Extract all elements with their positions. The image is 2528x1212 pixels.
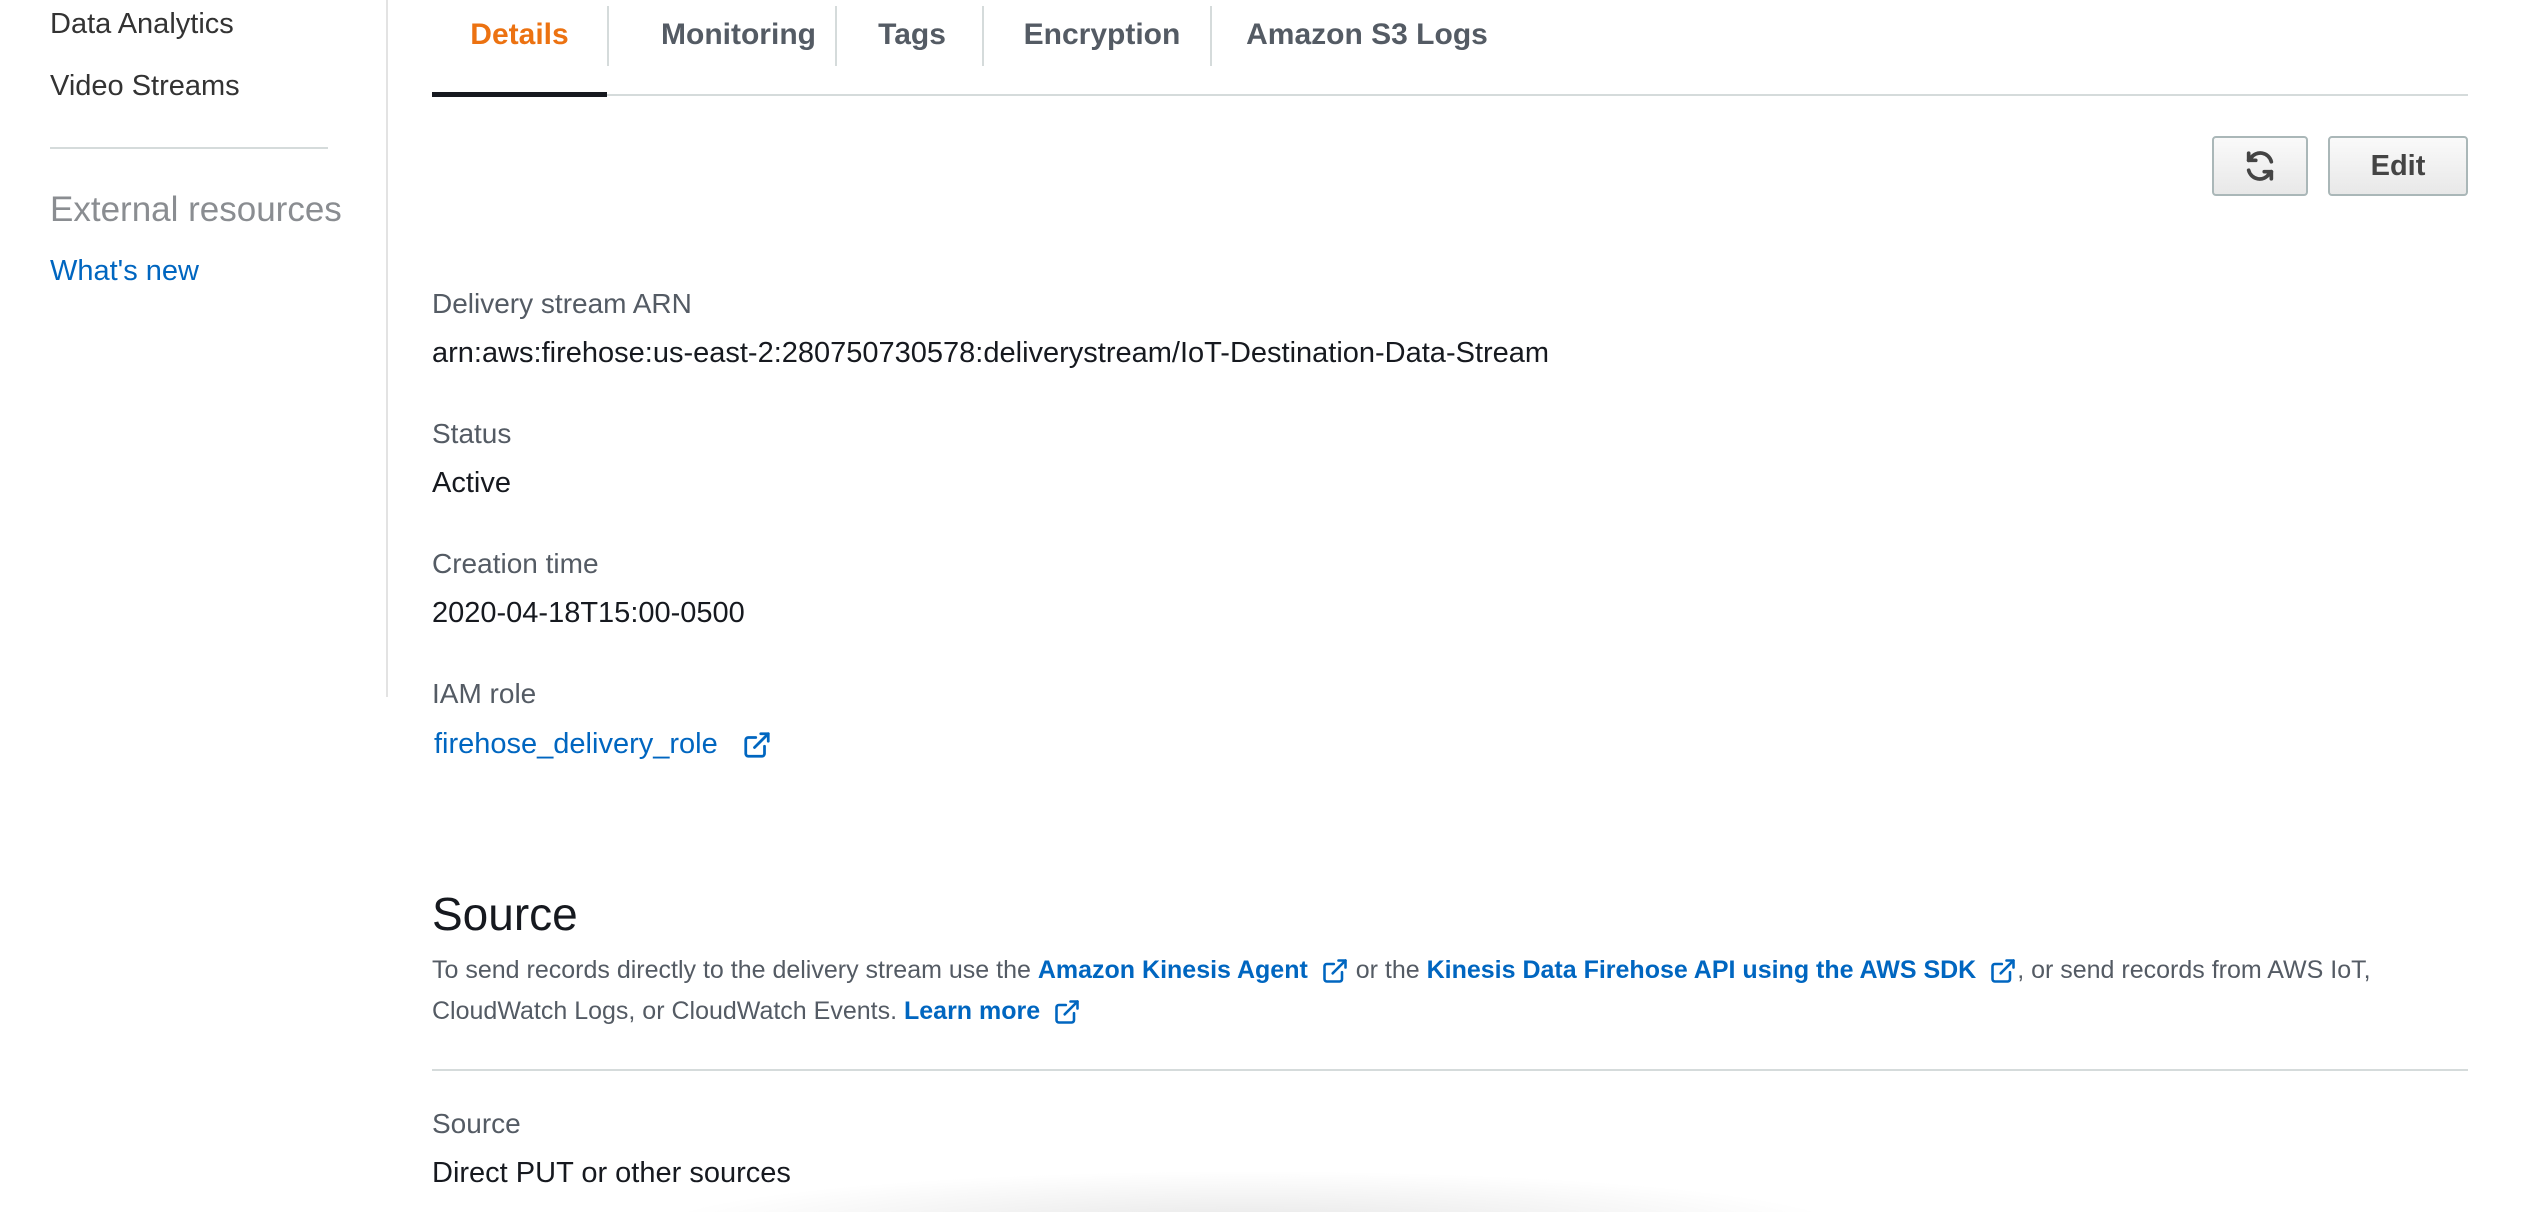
iam-role-link[interactable]: firehose_delivery_role [434,728,718,760]
external-link-icon[interactable] [742,730,772,760]
tab-bar: Details Monitoring Tags Encryption Amazo… [432,0,2468,97]
external-link-icon[interactable] [1321,957,1349,985]
source-section-title: Source [432,888,578,940]
source-label: Source [432,1108,521,1139]
edit-button[interactable]: Edit [2328,136,2468,196]
learn-more-link[interactable]: Learn more [904,997,1040,1025]
status-value: Active [432,467,511,499]
source-value: Direct PUT or other sources [432,1157,791,1189]
tab-monitoring[interactable]: Monitoring [609,0,868,95]
creation-time-label: Creation time [432,548,599,579]
external-link-icon[interactable] [1989,957,2017,985]
firehose-details-page: Data Analytics Video Streams External re… [0,0,2528,1212]
tab-encryption[interactable]: Encryption [984,0,1220,95]
whats-new-link[interactable]: What's new [50,255,199,288]
tab-tags[interactable]: Tags [837,0,987,95]
iam-role-row: firehose_delivery_role [434,728,772,761]
arn-value: arn:aws:firehose:us-east-2:280750730578:… [432,337,1550,369]
creation-time-value: 2020-04-18T15:00-0500 [432,597,745,629]
arn-label: Delivery stream ARN [432,288,692,319]
sidebar-item-data-analytics[interactable]: Data Analytics [50,8,234,41]
sidebar-divider [50,147,328,149]
iam-role-label: IAM role [432,678,537,709]
external-resources-heading: External resources [50,190,342,229]
refresh-button[interactable] [2212,136,2308,196]
bottom-shadow [640,1170,1860,1212]
refresh-icon [2246,151,2274,181]
section-divider [432,1069,2468,1071]
source-desc-text-1: To send records directly to the delivery… [432,956,1038,984]
source-description: To send records directly to the delivery… [432,950,2472,1032]
source-desc-text-2: or the [1348,956,1427,984]
sidebar: Data Analytics Video Streams External re… [0,0,388,697]
tab-amazon-s3-logs[interactable]: Amazon S3 Logs [1212,0,1522,95]
external-link-icon[interactable] [1053,998,1081,1026]
firehose-api-sdk-link[interactable]: Kinesis Data Firehose API using the AWS … [1427,956,1977,984]
tab-details[interactable]: Details [432,0,607,97]
amazon-kinesis-agent-link[interactable]: Amazon Kinesis Agent [1038,956,1308,984]
sidebar-item-video-streams[interactable]: Video Streams [50,70,240,103]
status-label: Status [432,418,512,449]
